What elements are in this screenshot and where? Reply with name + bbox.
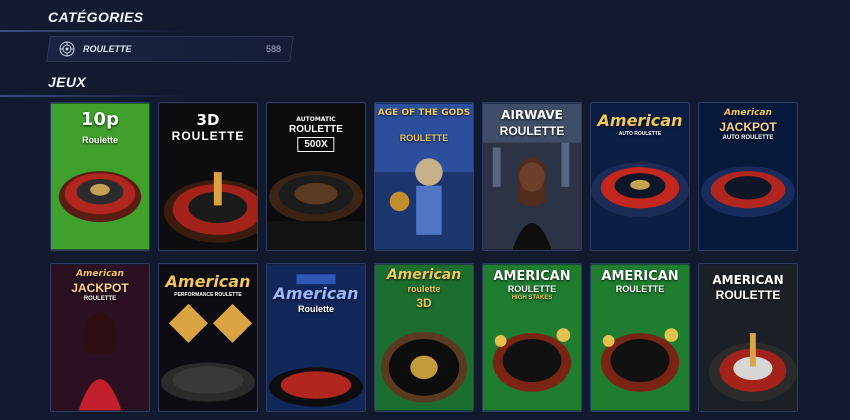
game-card[interactable]: AMERICAN ROULETTE	[590, 263, 690, 412]
game-subtitle: PERFORMANCE ROULETTE	[174, 292, 242, 298]
game-title: American	[724, 108, 772, 118]
game-card[interactable]: American PERFORMANCE ROULETTE	[158, 263, 258, 412]
game-subtitle: JACKPOT	[71, 281, 129, 295]
game-badge: 500X	[297, 137, 335, 152]
game-extra: AUTO ROULETTE	[722, 135, 774, 141]
game-subtitle: ROULETTE	[499, 124, 565, 138]
game-card[interactable]: American AUTO ROULETTE	[590, 102, 690, 251]
game-title: American	[76, 269, 124, 279]
game-thumbnail	[375, 103, 473, 250]
categories-underline	[0, 30, 190, 32]
game-card[interactable]: AUTOMATIC ROULETTE 500X	[266, 102, 366, 251]
game-card[interactable]: 10p Roulette	[50, 102, 150, 251]
game-subtitle: Roulette	[82, 135, 118, 145]
game-title: AUTOMATIC	[296, 116, 336, 123]
game-subtitle: ROULETTE	[715, 288, 781, 302]
game-subtitle: ROULETTE	[507, 284, 557, 294]
game-subtitle: ROULETTE	[171, 129, 245, 143]
game-card[interactable]: American Roulette	[266, 263, 366, 412]
game-card[interactable]: American JACKPOT ROULETTE	[50, 263, 150, 412]
games-underline	[0, 95, 190, 97]
game-title: American	[273, 284, 359, 303]
games-grid: 10p Roulette 3D ROULETTE AUTOMATIC ROULE…	[50, 102, 798, 412]
game-subtitle: ROULETTE	[289, 124, 343, 135]
game-extra: ROULETTE	[83, 296, 117, 302]
game-card[interactable]: AMERICAN ROULETTE HIGH STAKES	[482, 263, 582, 412]
game-subtitle: ROULETTE	[615, 284, 665, 294]
game-title: 3D	[196, 111, 220, 129]
game-title: American	[386, 267, 462, 283]
category-label: ROULETTE	[83, 44, 132, 54]
game-card[interactable]: AMERICAN ROULETTE	[698, 263, 798, 412]
game-subtitle: Roulette	[298, 304, 334, 314]
game-card[interactable]: 3D ROULETTE	[158, 102, 258, 251]
game-title: AMERICAN	[712, 273, 784, 287]
game-card[interactable]: AGE OF THE GODS ROULETTE	[374, 102, 474, 251]
game-title: AMERICAN	[601, 269, 679, 284]
game-title: American	[165, 272, 251, 291]
game-subtitle: ROULETTE	[399, 133, 449, 143]
game-subtitle: JACKPOT	[719, 120, 777, 134]
game-extra: 3D	[416, 296, 432, 310]
game-subtitle: roulette	[407, 284, 441, 294]
game-title: AGE OF THE GODS	[377, 108, 471, 118]
game-extra: HIGH STAKES	[511, 295, 553, 301]
categories-heading: CATÉGORIES	[48, 9, 144, 25]
game-card[interactable]: American JACKPOT AUTO ROULETTE	[698, 102, 798, 251]
category-item-roulette[interactable]: ROULETTE 588	[46, 36, 294, 62]
game-card[interactable]: American roulette 3D	[374, 263, 474, 412]
games-heading: JEUX	[48, 74, 87, 90]
game-title: AMERICAN	[493, 269, 571, 284]
game-title: AIRWAVE	[501, 108, 563, 122]
game-subtitle: AUTO ROULETTE	[618, 131, 662, 137]
roulette-icon	[59, 41, 75, 57]
game-title: American	[597, 111, 683, 130]
game-card[interactable]: AIRWAVE ROULETTE	[482, 102, 582, 251]
category-count: 588	[265, 44, 281, 54]
game-title: 10p	[81, 109, 119, 130]
